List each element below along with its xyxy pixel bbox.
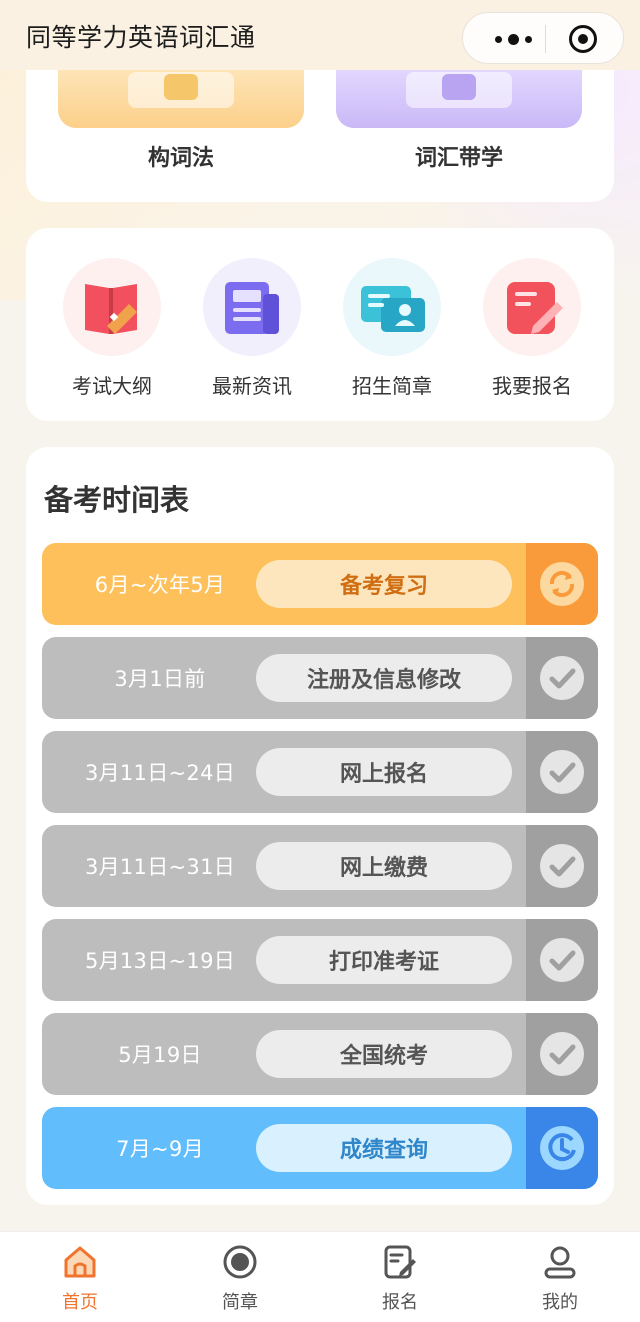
clock-icon <box>540 1126 584 1170</box>
edit-icon <box>483 258 581 356</box>
news-icon <box>203 258 301 356</box>
status-done <box>526 1013 598 1095</box>
quick-link-label: 考试大纲 <box>72 374 152 398</box>
check-icon <box>540 844 584 888</box>
tab-label: 报名 <box>382 1292 418 1313</box>
schedule-event: 网上缴费 <box>256 842 512 890</box>
status-done <box>526 731 598 813</box>
tab-register[interactable]: 报名 <box>320 1242 480 1314</box>
schedule-event: 网上报名 <box>256 748 512 796</box>
vocab-guide-banner[interactable] <box>336 68 582 128</box>
schedule-row-online-signup[interactable]: 3月11日~24日 网上报名 <box>42 731 598 813</box>
check-icon <box>540 656 584 700</box>
schedule-row-score-query[interactable]: 7月~9月 成绩查询 <box>42 1107 598 1189</box>
schedule-row-national-exam[interactable]: 5月19日 全国统考 <box>42 1013 598 1095</box>
schedule-title: 备考时间表 <box>44 483 190 517</box>
schedule-card: 备考时间表 6月~次年5月 备考复习 3月1日前 注册及信息修改 3月11日~2… <box>26 447 614 1205</box>
schedule-event: 备考复习 <box>256 560 512 608</box>
tab-label: 我的 <box>542 1292 578 1313</box>
schedule-row-print-ticket[interactable]: 5月13日~19日 打印准考证 <box>42 919 598 1001</box>
tab-label: 首页 <box>62 1292 98 1313</box>
tab-label: 简章 <box>222 1292 258 1313</box>
vocab-guide-label[interactable]: 词汇带学 <box>336 140 582 172</box>
bottom-tab-bar: 首页 简章 报名 我的 <box>0 1231 640 1322</box>
heart-icon <box>442 74 476 100</box>
nav-header: 同等学力英语词汇通 <box>0 0 640 70</box>
tab-brochure[interactable]: 简章 <box>160 1242 320 1314</box>
page-title: 同等学力英语词汇通 <box>26 23 256 52</box>
check-icon <box>540 1032 584 1076</box>
id-card-icon <box>343 258 441 356</box>
quick-link-label: 我要报名 <box>492 374 572 398</box>
mini-program-capsule <box>462 12 624 64</box>
check-icon <box>540 938 584 982</box>
tab-profile[interactable]: 我的 <box>480 1242 640 1314</box>
quick-link-latest-news[interactable]: 最新资讯 <box>182 258 322 399</box>
schedule-event: 全国统考 <box>256 1030 512 1078</box>
word-formation-label[interactable]: 构词法 <box>58 140 304 172</box>
status-in-progress <box>526 543 598 625</box>
badge-icon <box>164 74 198 100</box>
schedule-date: 7月~9月 <box>116 1137 204 1161</box>
word-formation-banner[interactable] <box>58 68 304 128</box>
quick-link-register[interactable]: 我要报名 <box>462 258 602 399</box>
schedule-event: 打印准考证 <box>256 936 512 984</box>
user-icon <box>540 1242 580 1282</box>
quick-links-card: 考试大纲 最新资讯 招生简章 我要报名 <box>26 228 614 421</box>
schedule-event: 注册及信息修改 <box>256 654 512 702</box>
capsule-divider <box>545 25 546 53</box>
schedule-date: 3月11日~31日 <box>84 855 236 879</box>
quick-link-admission-guide[interactable]: 招生简章 <box>322 258 462 399</box>
quick-link-label: 招生简章 <box>352 374 432 398</box>
check-icon <box>540 750 584 794</box>
schedule-row-online-payment[interactable]: 3月11日~31日 网上缴费 <box>42 825 598 907</box>
close-miniprogram-button[interactable] <box>569 25 597 53</box>
quick-link-exam-syllabus[interactable]: 考试大纲 <box>42 258 182 399</box>
status-done <box>526 637 598 719</box>
book-icon <box>63 258 161 356</box>
schedule-date: 5月13日~19日 <box>84 949 236 973</box>
schedule-date: 3月11日~24日 <box>84 761 236 785</box>
status-done <box>526 825 598 907</box>
home-icon <box>60 1242 100 1282</box>
more-menu-button[interactable] <box>483 13 543 65</box>
schedule-event: 成绩查询 <box>256 1124 512 1172</box>
tab-home[interactable]: 首页 <box>0 1242 160 1314</box>
schedule-date: 5月19日 <box>118 1043 202 1067</box>
edit-icon <box>380 1242 420 1282</box>
quick-link-label: 最新资讯 <box>212 374 292 398</box>
status-done <box>526 919 598 1001</box>
refresh-icon <box>540 562 584 606</box>
status-upcoming <box>526 1107 598 1189</box>
schedule-date: 6月~次年5月 <box>94 573 226 597</box>
record-icon <box>220 1242 260 1282</box>
schedule-row-registration[interactable]: 3月1日前 注册及信息修改 <box>42 637 598 719</box>
schedule-date: 3月1日前 <box>114 667 206 691</box>
schedule-row-review[interactable]: 6月~次年5月 备考复习 <box>42 543 598 625</box>
